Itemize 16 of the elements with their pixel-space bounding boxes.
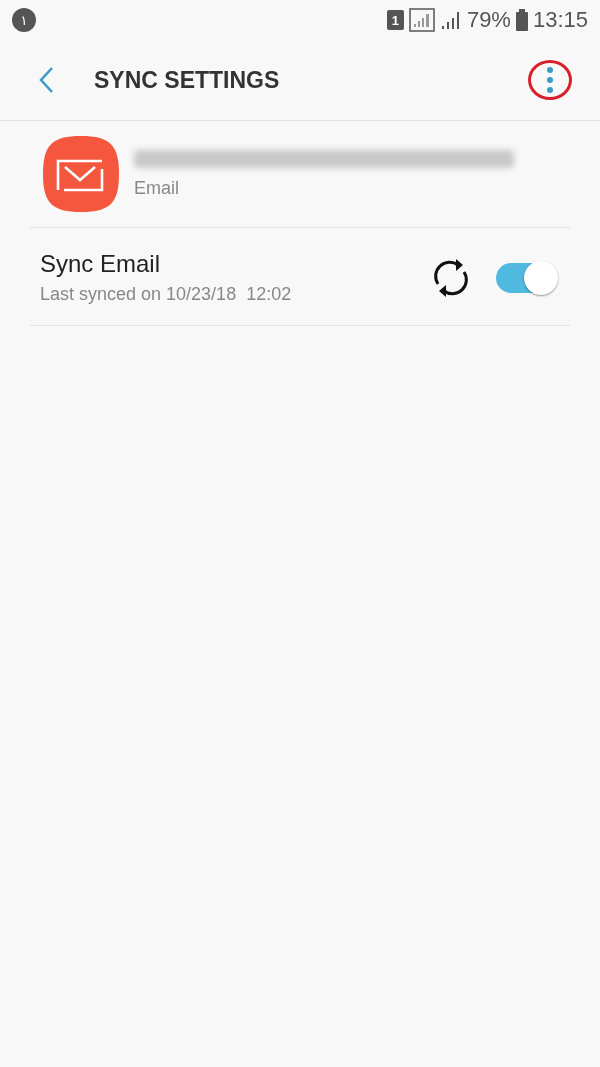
sync-title: Sync Email (40, 250, 162, 278)
toggle-switch[interactable] (496, 262, 556, 293)
signal-icon (408, 8, 435, 32)
more-icon (546, 66, 554, 94)
sim-icon: 1 (386, 10, 404, 30)
mail-app-icon (42, 135, 120, 213)
battery-icon (515, 9, 528, 31)
back-icon[interactable] (38, 66, 54, 94)
clock: 13:15 (532, 7, 588, 33)
last-synced-text: Last synced on 10/23/18 12:02 (40, 284, 293, 305)
account-type: Email (134, 177, 180, 199)
more-options-button[interactable] (528, 60, 572, 100)
signal-icon (439, 9, 462, 31)
battery-percent: 79% (466, 7, 511, 33)
screen-title: SYNC SETTINGS (94, 66, 281, 94)
notification-badge: ١ (12, 8, 36, 32)
